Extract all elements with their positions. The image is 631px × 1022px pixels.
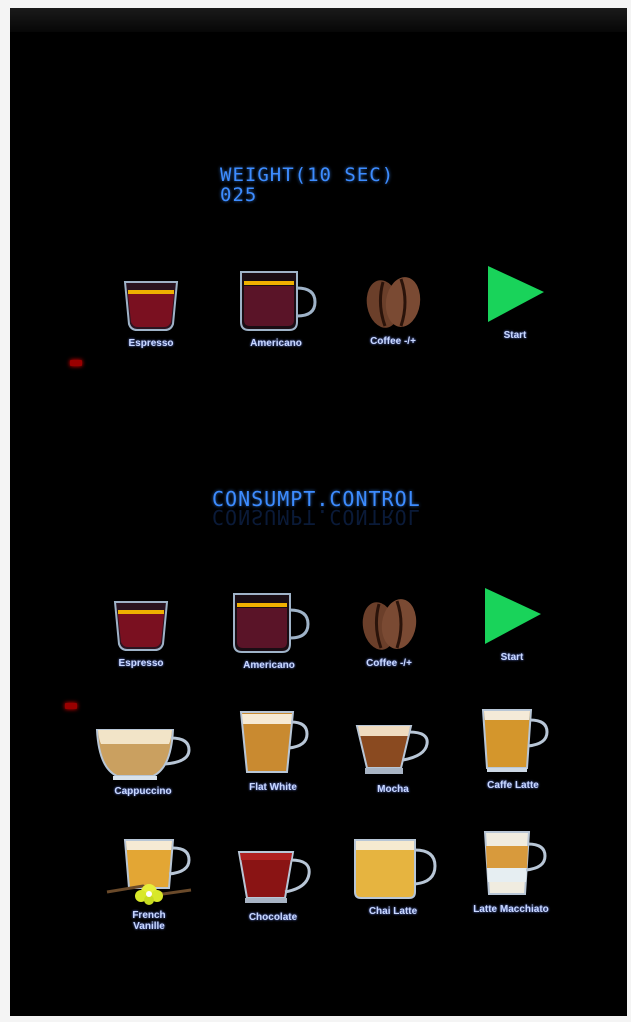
espresso-button[interactable]: Espresso (96, 276, 206, 349)
mocha-cup-icon (355, 725, 429, 774)
vending-screen: WEIGHT(10 SEC) 025 CONSUMPT.CONTROL CONS… (10, 8, 627, 1016)
latte-macchiato-glass-icon (483, 831, 547, 895)
espresso-label: Espresso (118, 658, 164, 669)
play-icon (485, 588, 541, 644)
espresso-cup-icon (113, 601, 169, 651)
french-vanilla-cup-icon (106, 839, 192, 905)
espresso-label: Espresso (128, 338, 174, 349)
caffe-latte-button[interactable]: Caffe Latte (458, 706, 568, 791)
coffee-bean-icon (366, 277, 421, 328)
caffe-latte-label: Caffe Latte (487, 780, 539, 791)
latte-macchiato-label: Latte Macchiato (473, 904, 549, 915)
espresso-button[interactable]: Espresso (86, 596, 196, 669)
chai-latte-label: Chai Latte (368, 906, 418, 917)
latte-macchiato-button[interactable]: Latte Macchiato (456, 828, 566, 915)
start-button[interactable]: Start (460, 262, 570, 341)
mocha-label: Mocha (377, 784, 409, 795)
flat-white-label: Flat White (249, 782, 297, 793)
french-vanille-button[interactable]: French Vanille (94, 836, 204, 932)
chocolate-label: Chocolate (248, 912, 298, 923)
coffee-strength-label: Coffee -/+ (370, 336, 416, 347)
chai-latte-button[interactable]: Chai Latte (338, 836, 448, 917)
flat-white-button[interactable]: Flat White (218, 708, 328, 793)
americano-mug-icon (233, 593, 310, 653)
consumption-control-reflection: CONSUMPT.CONTROL (212, 505, 421, 529)
coffee-bean-icon (362, 599, 417, 650)
americano-label: Americano (243, 660, 295, 671)
start-button[interactable]: Start (457, 584, 567, 663)
start-label: Start (503, 330, 527, 341)
flat-white-glass-icon (239, 711, 309, 773)
cappuccino-button[interactable]: Cappuccino (88, 724, 198, 797)
mocha-button[interactable]: Mocha (338, 716, 448, 795)
cappuccino-label: Cappuccino (114, 786, 172, 797)
red-indicator-led (65, 703, 77, 709)
americano-mug-icon (240, 271, 317, 331)
chocolate-cup-icon (237, 851, 311, 903)
play-icon (488, 266, 544, 322)
coffee-strength-button[interactable]: Coffee -/+ (334, 594, 444, 669)
americano-button[interactable]: Americano (221, 268, 331, 349)
americano-label: Americano (250, 338, 302, 349)
top-bezel (10, 8, 627, 32)
espresso-cup-icon (123, 281, 179, 331)
coffee-strength-label: Coffee -/+ (366, 658, 412, 669)
cappuccino-cup-icon (95, 729, 191, 780)
start-label: Start (500, 652, 524, 663)
french-vanille-label: French Vanille (132, 910, 166, 932)
chocolate-button[interactable]: Chocolate (218, 848, 328, 923)
weight-title: WEIGHT(10 SEC) (220, 164, 395, 186)
americano-button[interactable]: Americano (214, 590, 324, 671)
red-indicator-led (70, 360, 82, 366)
caffe-latte-glass-icon (481, 709, 549, 772)
chai-latte-mug-icon (354, 839, 437, 899)
weight-value: 025 (220, 184, 258, 206)
coffee-strength-button[interactable]: Coffee -/+ (338, 272, 448, 347)
